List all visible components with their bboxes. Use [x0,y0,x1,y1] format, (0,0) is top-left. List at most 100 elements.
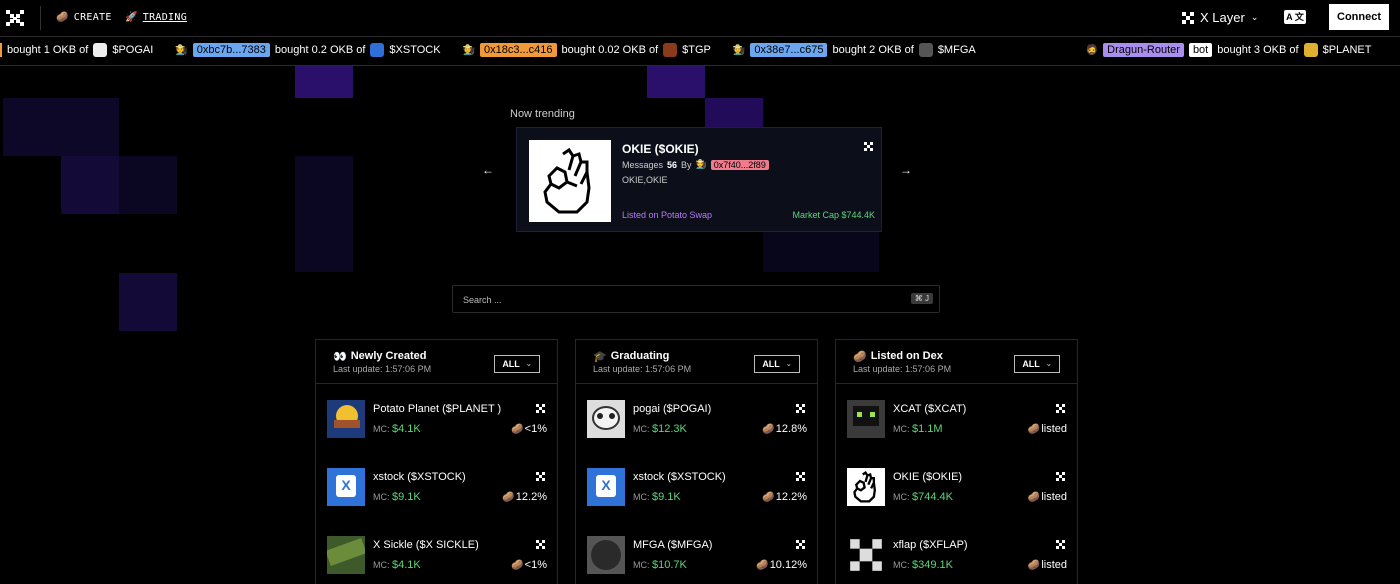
language-toggle-button[interactable]: A 文 [1284,10,1306,24]
ticker-address: 0xbc7b...7383 [192,43,270,57]
progress: 🥔 <1% [511,559,547,571]
eyes-icon: 👀 [333,351,347,363]
token-avatar-icon [663,43,678,57]
mc-label: MC: [893,424,910,434]
connect-wallet-button[interactable]: Connect [1329,4,1389,30]
token-avatar-icon [1303,43,1318,57]
x-layer-icon [864,142,873,151]
filter-dropdown[interactable]: ALL ⌄ [754,355,800,373]
ticker-item[interactable]: 🧑‍🌾 0x18c3...c416 bought 0.02 OKB of $TG… [463,43,711,57]
trending-meta: Messages 56 By 🧑‍🌾 0x7f40...2f89 [622,159,769,170]
column-title-text: Listed on Dex [870,350,943,362]
token-row[interactable]: X Sickle ($X SICKLE) MC: $4.1K 🥔 <1% [327,536,547,576]
potato-icon: 🥔 [853,351,867,363]
address-fragment [0,43,2,57]
last-update: Last update: 1:57:06 PM [333,364,432,374]
bot-badge: bot [1188,43,1213,57]
ticker-item[interactable]: 🧔 Dragun-Router bot bought 3 OKB of $PLA… [1086,43,1372,57]
potato-icon: 🥔 [1027,559,1041,571]
mc-label: MC: [633,424,650,434]
brand-logo-icon[interactable] [6,10,24,26]
potato-icon: 🥔 [56,12,69,23]
chain-selector[interactable]: X Layer ⌄ [1182,10,1258,25]
token-row[interactable]: X xstock ($XSTOCK) MC: $9.1K 🥔 12.2% [587,468,807,508]
search-bar[interactable]: ⌘ J [452,285,940,313]
creator-address[interactable]: 0x7f40...2f89 [710,159,769,170]
token-image [327,400,365,438]
okie-hand-image [529,140,611,222]
filter-dropdown[interactable]: ALL ⌄ [494,355,540,373]
progress-value: 12.8% [775,423,807,435]
x-layer-icon [1056,540,1065,549]
chevron-down-icon: ⌄ [1250,12,1259,22]
filter-value: ALL [502,359,520,369]
progress: 🥔 12.2% [762,491,807,503]
x-layer-icon [796,540,805,549]
ticker-address: Dragun-Router [1103,43,1184,57]
market-cap: MC: $744.4K [893,491,953,503]
token-row[interactable]: xflap ($XFLAP) MC: $349.1K 🥔 listed [847,536,1067,576]
column-title-text: Graduating [610,350,670,362]
mc-value: $9.1K [652,491,681,503]
filter-dropdown[interactable]: ALL ⌄ [1014,355,1060,373]
token-avatar-icon [918,43,933,57]
token-image [847,536,885,574]
trending-market-cap: Market Cap $744.4K [792,210,875,220]
ticker-track: bought 1 OKB of $POGAI 🧑‍🌾 0xbc7b...7383… [0,43,1394,57]
mc-value: $349.1K [912,559,953,571]
mc-value: $1.1M [912,423,943,435]
column-header: 👀 Newly Created Last update: 1:57:06 PM … [316,340,557,384]
search-input[interactable] [463,292,863,308]
token-row[interactable]: XCAT ($XCAT) MC: $1.1M 🥔 listed [847,400,1067,440]
token-image: X [587,468,625,506]
x-layer-icon [1056,472,1065,481]
ticker-token: $MFGA [937,44,976,56]
filter-value: ALL [1022,359,1040,369]
token-image [327,536,365,574]
user-avatar-icon: 🧑‍🌾 [462,44,476,56]
column-header: 🎓 Graduating Last update: 1:57:06 PM ALL… [576,340,817,384]
top-bar: 🥔 CREATE 🚀 TRADING X Layer ⌄ A 文 Connect [0,0,1400,37]
token-name: pogai ($POGAI) [633,403,712,415]
token-row[interactable]: Potato Planet ($PLANET ) MC: $4.1K 🥔 <1% [327,400,547,440]
chevron-down-icon: ⌄ [525,361,532,368]
column-title: 🎓 Graduating [593,350,669,363]
token-row[interactable]: MFGA ($MFGA) MC: $10.7K 🥔 10.12% [587,536,807,576]
chevron-down-icon: ⌄ [1045,361,1052,368]
trending-card[interactable]: OKIE ($OKIE) Messages 56 By 🧑‍🌾 0x7f40..… [516,127,882,232]
mc-label: MC: [893,560,910,570]
ticker-item[interactable]: 🧑‍🌾 0xbc7b...7383 bought 0.2 OKB of $XST… [175,43,441,57]
potato-icon: 🥔 [1027,423,1041,435]
nav-create-label: CREATE [73,12,112,23]
listed-on-dex-column: 🥔 Listed on Dex Last update: 1:57:06 PM … [835,339,1078,584]
mc-label: MC: [373,424,390,434]
ticker-item[interactable]: 🧑‍🌾 0x38e7...c675 bought 2 OKB of $MFGA [733,43,976,57]
header-divider [40,6,41,30]
token-image: X [327,468,365,506]
token-row[interactable]: OKIE ($OKIE) MC: $744.4K 🥔 listed [847,468,1067,508]
chain-label: X Layer [1200,10,1245,25]
user-avatar-icon: 🧑‍🌾 [732,44,746,56]
mc-label: MC: [893,492,910,502]
nav-trading[interactable]: 🚀 TRADING [125,12,187,23]
activity-ticker: bought 1 OKB of $POGAI 🧑‍🌾 0xbc7b...7383… [0,38,1400,66]
x-layer-icon [536,404,545,413]
token-row[interactable]: pogai ($POGAI) MC: $12.3K 🥔 12.8% [587,400,807,440]
token-avatar-icon [370,43,385,57]
ticker-item[interactable]: bought 1 OKB of $POGAI [0,43,153,57]
potato-icon: 🥔 [511,423,524,435]
arrow-left-icon[interactable]: ← [482,163,494,177]
progress: 🥔 listed [1028,491,1067,503]
token-image [587,536,625,574]
token-name: MFGA ($MFGA) [633,539,713,551]
column-title: 👀 Newly Created [333,350,427,363]
mc-value: $744.4K [912,491,953,503]
arrow-right-icon[interactable]: → [900,163,912,177]
progress-value: listed [1041,423,1067,435]
search-shortcut: ⌘ J [910,293,933,304]
filter-value: ALL [762,359,780,369]
trending-heading: Now trending [510,108,575,120]
token-row[interactable]: X xstock ($XSTOCK) MC: $9.1K 🥔 12.2% [327,468,547,508]
mc-value: $9.1K [392,491,421,503]
nav-create[interactable]: 🥔 CREATE [56,12,112,23]
